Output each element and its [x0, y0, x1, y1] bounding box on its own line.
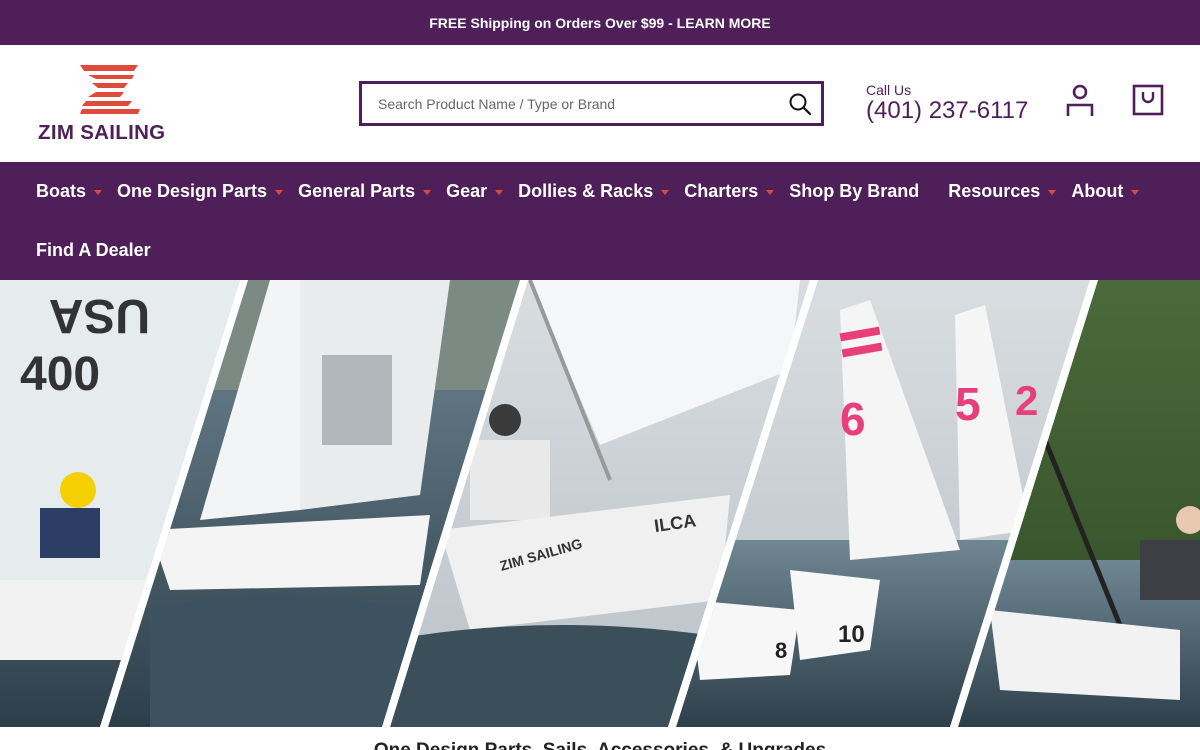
caret-down-icon: [766, 190, 775, 195]
svg-text:USA: USA: [49, 289, 150, 342]
section-title: One Design Parts, Sails, Accessories, & …: [0, 740, 1200, 750]
caret-down-icon: [423, 190, 432, 195]
svg-text:6: 6: [840, 393, 866, 445]
nav-label: Dollies & Racks: [518, 181, 654, 201]
nav-item-charters[interactable]: Charters: [684, 181, 775, 202]
caret-down-icon: [94, 190, 103, 195]
main-nav: Boats One Design Parts General Parts Gea…: [0, 162, 1200, 280]
hero-collage-image: USA 400 ZIM SAILING ILCA 6 5 2 10 8: [0, 280, 1200, 727]
caret-down-icon: [1048, 190, 1057, 195]
svg-text:5: 5: [955, 378, 981, 430]
nav-item-about[interactable]: About: [1071, 181, 1140, 202]
nav-label: Gear: [446, 181, 488, 201]
zim-logo-icon: [80, 65, 140, 114]
caret-down-icon: [661, 190, 670, 195]
nav-label: General Parts: [298, 181, 416, 201]
nav-item-general-parts[interactable]: General Parts: [298, 181, 432, 202]
nav-label: Find A Dealer: [36, 240, 151, 260]
nav-row-primary: Boats One Design Parts General Parts Gea…: [0, 162, 1200, 221]
nav-item-resources[interactable]: Resources: [948, 181, 1057, 202]
nav-item-gear[interactable]: Gear: [446, 181, 504, 202]
svg-text:400: 400: [20, 348, 100, 401]
nav-label: Shop By Brand: [789, 181, 920, 201]
nav-item-boats[interactable]: Boats: [36, 181, 103, 202]
nav-label: Boats: [36, 181, 87, 201]
search-button[interactable]: [779, 84, 821, 123]
caret-down-icon: [1131, 190, 1140, 195]
svg-text:8: 8: [775, 638, 787, 663]
site-header: ZIM SAILING Call Us (401) 237-6117: [0, 45, 1200, 162]
promo-text: FREE Shipping on Orders Over $99 - LEARN…: [429, 14, 771, 31]
svg-text:2: 2: [1015, 377, 1038, 424]
search-icon: [789, 93, 812, 115]
call-label: Call Us: [866, 82, 912, 98]
hero-banner[interactable]: USA 400 ZIM SAILING ILCA 6 5 2 10 8: [0, 280, 1200, 727]
nav-label: About: [1071, 181, 1124, 201]
phone-link[interactable]: (401) 237-6117: [866, 97, 1028, 125]
nav-label: Charters: [684, 181, 759, 201]
logo-text: ZIM SAILING: [38, 121, 166, 144]
call-us: Call Us (401) 237-6117: [866, 82, 1028, 125]
shopping-bag-icon: [1132, 84, 1164, 116]
caret-down-icon: [495, 190, 504, 195]
svg-text:10: 10: [838, 621, 865, 648]
nav-item-shop-by-brand[interactable]: Shop By Brand: [789, 181, 919, 202]
nav-label: One Design Parts: [117, 181, 268, 201]
search-box: [359, 81, 824, 126]
cart-button[interactable]: [1131, 83, 1165, 117]
promo-banner[interactable]: FREE Shipping on Orders Over $99 - LEARN…: [0, 0, 1200, 45]
nav-label: Resources: [948, 181, 1041, 201]
nav-item-dollies-racks[interactable]: Dollies & Racks: [518, 181, 670, 202]
account-button[interactable]: [1064, 83, 1096, 117]
nav-item-find-a-dealer[interactable]: Find A Dealer: [36, 240, 151, 261]
nav-item-one-design-parts[interactable]: One Design Parts: [117, 181, 284, 202]
section-header: One Design Parts, Sails, Accessories, & …: [0, 727, 1200, 750]
caret-down-icon: [275, 190, 284, 195]
search-input[interactable]: [362, 84, 779, 123]
logo[interactable]: ZIM SAILING: [38, 63, 184, 147]
user-icon: [1066, 84, 1094, 116]
nav-row-secondary: Find A Dealer: [0, 221, 1200, 280]
